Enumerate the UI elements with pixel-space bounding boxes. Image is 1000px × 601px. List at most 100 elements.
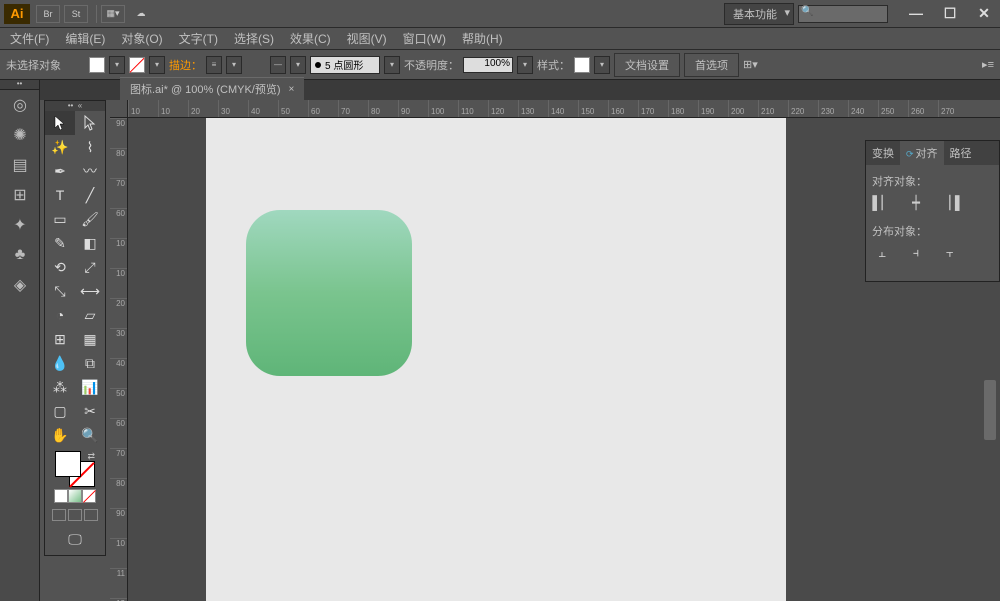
pen-tool[interactable]: ✒ xyxy=(45,159,75,183)
menu-select[interactable]: 选择(S) xyxy=(226,27,282,50)
bridge-icon[interactable]: Br xyxy=(36,5,60,23)
align-to-icon[interactable]: ⊞▾ xyxy=(743,58,758,71)
pencil-tool[interactable]: ✎ xyxy=(45,231,75,255)
stroke-weight-dd[interactable]: ≡ xyxy=(206,56,222,74)
menu-help[interactable]: 帮助(H) xyxy=(454,27,511,50)
arrange-icon[interactable]: ▦▾ xyxy=(101,5,125,23)
menu-view[interactable]: 视图(V) xyxy=(339,27,395,50)
color-mode-none[interactable] xyxy=(82,489,96,503)
brush-dd[interactable]: ▾ xyxy=(384,56,400,74)
ruler-horizontal[interactable]: 1010203040506070809010011012013014015016… xyxy=(128,100,1000,118)
perspective-tool[interactable]: ▱ xyxy=(75,303,105,327)
menu-type[interactable]: 文字(T) xyxy=(171,27,226,50)
artboard-tool[interactable]: ▢ xyxy=(45,399,75,423)
magic-wand-tool[interactable]: ✨ xyxy=(45,135,75,159)
rounded-rect-shape[interactable] xyxy=(246,210,412,376)
eraser-tool[interactable]: ◧ xyxy=(75,231,105,255)
swatches-icon[interactable]: ▤ xyxy=(0,150,40,180)
distribute-bottom-icon[interactable]: ⫟ xyxy=(940,245,960,261)
hand-tool[interactable]: ✋ xyxy=(45,423,75,447)
align-center-h-icon[interactable]: ┿ xyxy=(906,195,926,211)
cc-libraries-icon[interactable]: ◎ xyxy=(0,90,40,120)
gradient-tool[interactable]: ▦ xyxy=(75,327,105,351)
document-tab[interactable]: 图标.ai* @ 100% (CMYK/预览) × xyxy=(120,77,304,100)
screen-mode-button[interactable]: 🖵 xyxy=(49,527,101,551)
tools-panel: •• « ✨ ⌇ ✒ 〰 T ╱ ▭ 🖌 ✎ ◧ ⟲ ⤢ ⤡ ⟷ ◔ ▱ ⊞ ▦… xyxy=(44,100,106,556)
slice-tool[interactable]: ✂ xyxy=(75,399,105,423)
vertical-scrollbar[interactable] xyxy=(984,380,996,440)
lasso-tool[interactable]: ⌇ xyxy=(75,135,105,159)
draw-normal-icon[interactable] xyxy=(52,509,66,521)
workspace-dropdown[interactable]: 基本功能 xyxy=(724,3,794,25)
menu-file[interactable]: 文件(F) xyxy=(2,27,57,50)
ruler-vertical[interactable]: 9080706010102030405060708090101112131415… xyxy=(110,118,128,601)
style-dd[interactable]: ▾ xyxy=(594,56,610,74)
cloud-icon[interactable]: ☁ xyxy=(129,5,153,23)
fill-stroke-selector[interactable]: ⇄ xyxy=(55,451,95,487)
symbols-icon[interactable]: ✦ xyxy=(0,210,40,240)
symbol-sprayer-tool[interactable]: ⁂ xyxy=(45,375,75,399)
paintbrush-tool[interactable]: 🖌 xyxy=(75,207,105,231)
stock-icon[interactable]: St xyxy=(64,5,88,23)
mesh-tool[interactable]: ⊞ xyxy=(45,327,75,351)
menu-effect[interactable]: 效果(C) xyxy=(282,27,339,50)
line-tool[interactable]: ╱ xyxy=(75,183,105,207)
draw-inside-icon[interactable] xyxy=(84,509,98,521)
stroke-weight-arrow[interactable]: ▾ xyxy=(226,56,242,74)
curvature-tool[interactable]: 〰 xyxy=(75,159,105,183)
preferences-button[interactable]: 首选项 xyxy=(684,53,739,77)
swap-fill-stroke-icon[interactable]: ⇄ xyxy=(87,451,95,462)
rectangle-tool[interactable]: ▭ xyxy=(45,207,75,231)
fill-color[interactable] xyxy=(55,451,81,477)
tools-handle[interactable]: •• « xyxy=(45,101,105,111)
control-menu-icon[interactable]: ▸≡ xyxy=(982,58,994,71)
document-setup-button[interactable]: 文档设置 xyxy=(614,53,680,77)
color-icon[interactable]: ✺ xyxy=(0,120,40,150)
reflect-tool[interactable]: ⤢ xyxy=(75,255,105,279)
eyedropper-tool[interactable]: 💧 xyxy=(45,351,75,375)
graph-tool[interactable]: 📊 xyxy=(75,375,105,399)
ruler-corner[interactable] xyxy=(110,100,128,118)
close-button[interactable]: ✕ xyxy=(972,7,996,21)
fill-swatch[interactable] xyxy=(89,57,105,73)
layers-icon[interactable]: ◈ xyxy=(0,270,40,300)
tab-align[interactable]: ⟳对齐 xyxy=(900,141,944,165)
tab-close-icon[interactable]: × xyxy=(289,84,295,95)
align-left-icon[interactable]: ▌▏ xyxy=(872,195,892,211)
maximize-button[interactable]: ☐ xyxy=(938,7,962,21)
type-tool[interactable]: T xyxy=(45,183,75,207)
fill-dropdown[interactable]: ▾ xyxy=(109,56,125,74)
brushes-icon[interactable]: ⊞ xyxy=(0,180,40,210)
distribute-top-icon[interactable]: ⫠ xyxy=(872,245,892,261)
brush-definition[interactable]: 5 点圆形 xyxy=(310,56,380,74)
color-mode-gradient[interactable] xyxy=(68,489,82,503)
align-right-icon[interactable]: ▕▐ xyxy=(940,195,960,211)
distribute-center-v-icon[interactable]: ⫞ xyxy=(906,245,926,261)
search-input[interactable] xyxy=(798,5,888,23)
tab-pathfinder[interactable]: 路径 xyxy=(944,141,978,165)
opacity-input[interactable]: 100% xyxy=(463,57,513,73)
draw-behind-icon[interactable] xyxy=(68,509,82,521)
var-width-arrow[interactable]: ▾ xyxy=(290,56,306,74)
stroke-swatch[interactable] xyxy=(129,57,145,73)
stroke-icon[interactable]: ♣ xyxy=(0,240,40,270)
width-tool[interactable]: ⟷ xyxy=(75,279,105,303)
stroke-dropdown[interactable]: ▾ xyxy=(149,56,165,74)
blend-tool[interactable]: ⧉ xyxy=(75,351,105,375)
menu-window[interactable]: 窗口(W) xyxy=(395,27,454,50)
zoom-tool[interactable]: 🔍 xyxy=(75,423,105,447)
dock-handle[interactable]: •• xyxy=(0,80,39,90)
menu-object[interactable]: 对象(O) xyxy=(113,27,170,50)
shape-builder-tool[interactable]: ◔ xyxy=(45,303,75,327)
menu-edit[interactable]: 编辑(E) xyxy=(57,27,113,50)
color-mode-solid[interactable] xyxy=(54,489,68,503)
rotate-tool[interactable]: ⟲ xyxy=(45,255,75,279)
var-width-dd[interactable]: — xyxy=(270,56,286,74)
scale-tool[interactable]: ⤡ xyxy=(45,279,75,303)
tab-transform[interactable]: 变换 xyxy=(866,141,900,165)
style-swatch[interactable] xyxy=(574,57,590,73)
direct-selection-tool[interactable] xyxy=(75,111,105,135)
opacity-dd[interactable]: ▾ xyxy=(517,56,533,74)
selection-tool[interactable] xyxy=(45,111,75,135)
minimize-button[interactable]: — xyxy=(904,7,928,21)
